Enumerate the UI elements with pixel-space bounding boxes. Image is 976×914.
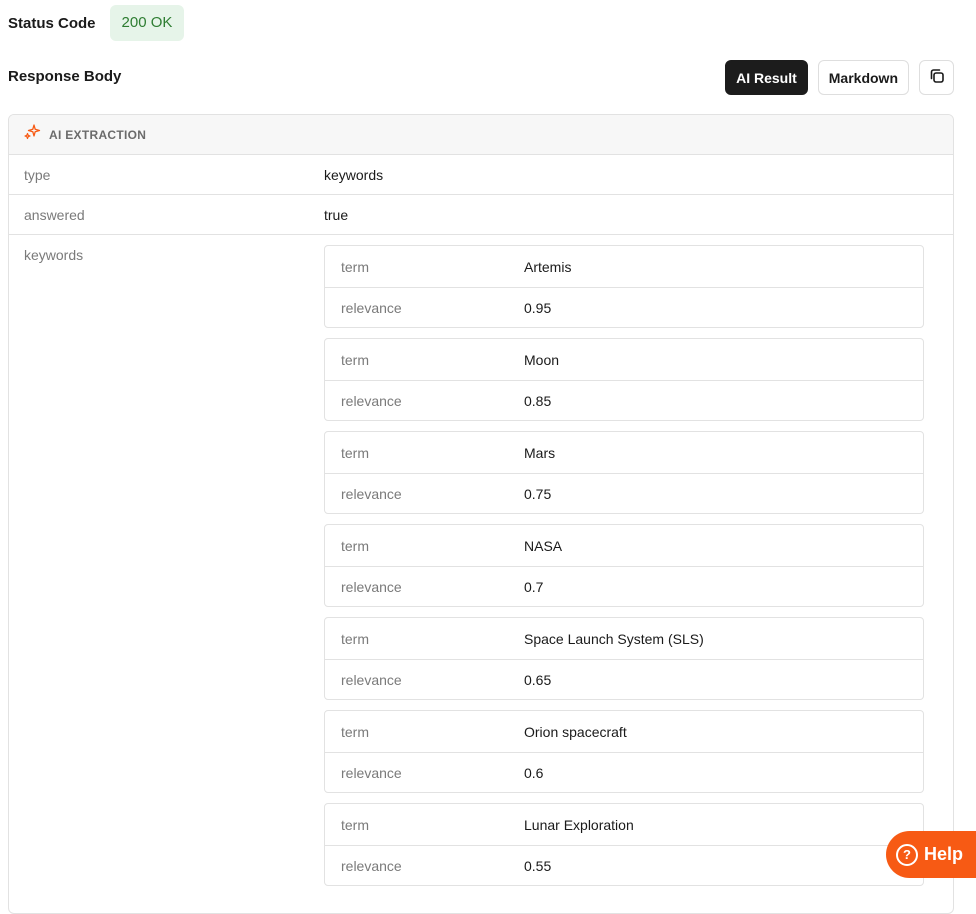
copy-icon: [928, 67, 946, 88]
term-value: Moon: [524, 351, 560, 368]
term-key: term: [341, 816, 369, 833]
term-value: Artemis: [524, 258, 572, 275]
relevance-value: 0.55: [524, 858, 552, 874]
help-label: Help: [924, 844, 964, 864]
status-row: Status Code 200 OK: [8, 5, 185, 41]
term-key: term: [341, 630, 369, 647]
term-value: Mars: [524, 444, 556, 461]
view-toggle-group: AI Result Markdown: [725, 60, 954, 95]
answered-key: answered: [24, 206, 85, 223]
term-line: term Moon: [325, 339, 923, 380]
type-value: keywords: [324, 166, 384, 183]
relevance-line: relevance 0.65: [325, 659, 923, 700]
keyword-card: term Moon relevance 0.85: [324, 338, 924, 421]
relevance-key: relevance: [341, 300, 402, 316]
relevance-line: relevance 0.75: [325, 473, 923, 514]
relevance-line: relevance 0.7: [325, 566, 923, 607]
keyword-card: term Space Launch System (SLS) relevance…: [324, 617, 924, 700]
answered-row: answered true: [9, 195, 953, 235]
relevance-value: 0.7: [524, 579, 544, 595]
relevance-key: relevance: [341, 579, 402, 595]
term-value: Lunar Exploration: [524, 816, 634, 833]
term-line: term Orion spacecraft: [325, 711, 923, 752]
relevance-key: relevance: [341, 393, 402, 409]
keywords-list: term Artemis relevance 0.95 term Moon re…: [324, 245, 924, 886]
answered-value: true: [324, 206, 349, 223]
keywords-key: keywords: [24, 247, 84, 263]
relevance-key: relevance: [341, 858, 402, 874]
keyword-card: term NASA relevance 0.7: [324, 524, 924, 607]
keyword-card: term Artemis relevance 0.95: [324, 245, 924, 328]
ai-result-button[interactable]: AI Result: [725, 60, 808, 95]
relevance-value: 0.85: [524, 393, 552, 409]
keyword-card: term Orion spacecraft relevance 0.6: [324, 710, 924, 793]
relevance-line: relevance 0.95: [325, 287, 923, 328]
keywords-row: keywords term Artemis relevance 0.95 ter…: [9, 235, 953, 886]
keyword-card: term Mars relevance 0.75: [324, 431, 924, 514]
term-line: term Lunar Exploration: [325, 804, 923, 845]
term-value: Orion spacecraft: [524, 723, 627, 740]
relevance-value: 0.75: [524, 486, 552, 502]
term-line: term Mars: [325, 432, 923, 473]
term-line: term NASA: [325, 525, 923, 566]
term-key: term: [341, 258, 369, 275]
relevance-key: relevance: [341, 672, 402, 688]
relevance-key: relevance: [341, 765, 402, 781]
relevance-line: relevance 0.85: [325, 380, 923, 421]
relevance-value: 0.95: [524, 300, 552, 316]
status-badge: 200 OK: [109, 5, 185, 41]
panel-header-label: AI EXTRACTION: [49, 127, 147, 142]
term-line: term Space Launch System (SLS): [325, 618, 923, 659]
relevance-key: relevance: [341, 486, 402, 502]
relevance-value: 0.6: [524, 765, 544, 781]
status-code-label: Status Code: [8, 14, 96, 32]
relevance-line: relevance 0.6: [325, 752, 923, 793]
term-key: term: [341, 444, 369, 461]
help-icon: ?: [896, 843, 918, 866]
term-value: NASA: [524, 537, 563, 554]
panel-header: AI EXTRACTION: [9, 115, 953, 155]
term-key: term: [341, 351, 369, 368]
relevance-line: relevance 0.55: [325, 845, 923, 886]
type-key: type: [24, 166, 51, 183]
term-key: term: [341, 537, 369, 554]
type-row: type keywords: [9, 155, 953, 195]
term-value: Space Launch System (SLS): [524, 630, 704, 647]
copy-button[interactable]: [919, 60, 954, 95]
help-button[interactable]: ? Help: [886, 831, 976, 878]
response-body-label: Response Body: [8, 68, 122, 85]
keyword-card: term Lunar Exploration relevance 0.55: [324, 803, 924, 886]
term-key: term: [341, 723, 369, 740]
relevance-value: 0.65: [524, 672, 552, 688]
ai-extraction-panel: AI EXTRACTION type keywords answered tru…: [8, 114, 954, 914]
sparkle-icon: [23, 123, 41, 146]
markdown-button[interactable]: Markdown: [817, 60, 909, 95]
term-line: term Artemis: [325, 246, 923, 287]
